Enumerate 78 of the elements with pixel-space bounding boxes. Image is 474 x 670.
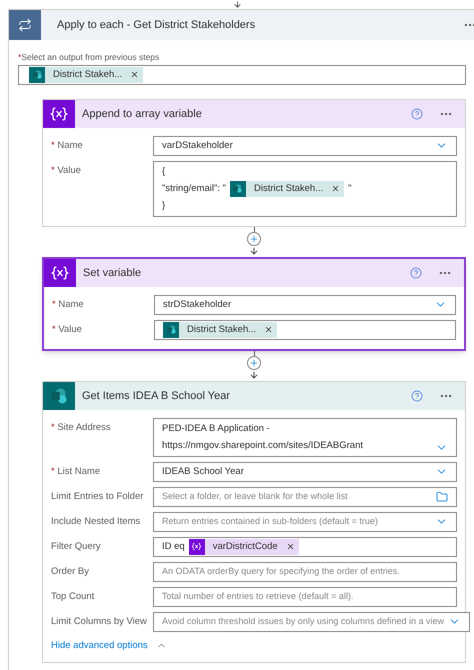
field-label: * Name bbox=[51, 138, 84, 153]
field-label: * Value bbox=[52, 322, 83, 337]
variable-icon bbox=[44, 258, 76, 287]
card-title: Append to array variable bbox=[81, 106, 203, 122]
remove-icon[interactable] bbox=[331, 184, 340, 194]
placeholder-text: Total number of entries to retrieve (default = all). bbox=[162, 590, 354, 603]
sharepoint-icon bbox=[230, 180, 246, 197]
field-label: Top Count bbox=[51, 590, 96, 604]
field-text: varDStakeholder bbox=[162, 138, 233, 153]
advanced-options-link[interactable]: Hide advanced options bbox=[51, 636, 457, 653]
card-header[interactable]: Get Items IDEA B School Year bbox=[43, 382, 465, 410]
help-icon[interactable] bbox=[410, 266, 422, 279]
token-chip[interactable]: varDistrictCode bbox=[188, 538, 299, 555]
input-field[interactable]: District Stakeh... bbox=[154, 320, 456, 340]
arrow-down-icon bbox=[249, 370, 259, 380]
card-header[interactable]: Set variable bbox=[44, 258, 464, 287]
add-step-button[interactable] bbox=[247, 356, 261, 370]
remove-icon[interactable] bbox=[264, 325, 274, 334]
arrow-down-icon bbox=[232, 0, 242, 9]
field-text: { bbox=[162, 164, 166, 179]
field-text: " bbox=[348, 182, 352, 196]
field-text: strDStakeholder bbox=[163, 298, 232, 312]
field-text: "string/email": " bbox=[162, 182, 226, 196]
field-label: Limit Columns by View bbox=[51, 614, 148, 629]
field-text: ID eq bbox=[162, 540, 185, 554]
field-text: IDEAB School Year bbox=[162, 464, 244, 479]
field-label: * Site Address bbox=[51, 420, 112, 435]
input-field[interactable]: Select a folder, or leave blank for the whole list bbox=[153, 486, 457, 507]
placeholder-text: An ODATA orderBy query for specifying the order of entries. bbox=[162, 565, 401, 578]
card-header[interactable]: Append to array variable bbox=[43, 100, 465, 128]
help-icon[interactable] bbox=[411, 108, 423, 120]
card-title: Get Items IDEA B School Year bbox=[81, 388, 231, 404]
input-field[interactable]: varDStakeholder bbox=[153, 136, 457, 156]
add-step-button[interactable] bbox=[247, 232, 261, 246]
field-label: Filter Query bbox=[51, 540, 102, 554]
placeholder-text: Avoid column threshold issues by only using columns defined in a view bbox=[162, 615, 444, 628]
field-label: * List Name bbox=[51, 464, 102, 479]
field-label: Include Nested Items bbox=[51, 514, 142, 529]
input-field[interactable]: Avoid column threshold issues by only using columns defined in a view bbox=[153, 612, 470, 632]
output-label: *Select an output from previous steps bbox=[18, 51, 160, 64]
input-field[interactable]: strDStakeholder bbox=[154, 294, 456, 315]
token-chip[interactable]: District Stakeh... bbox=[163, 322, 278, 338]
sharepoint-icon bbox=[163, 322, 179, 338]
arrow-down-icon bbox=[249, 246, 259, 256]
field-label: Order By bbox=[51, 564, 90, 579]
placeholder-text: Select a folder, or leave blank for the whole list bbox=[162, 490, 349, 503]
field-label: * Name bbox=[52, 298, 85, 312]
field-label: * Value bbox=[51, 164, 82, 178]
input-field[interactable]: Return entries contained in sub-folders (default = true) bbox=[153, 512, 457, 532]
input-field[interactable]: ID eq varDistrictCode bbox=[153, 536, 457, 557]
input-field[interactable]: PED-IDEA B Application - https://nmgov.sharepoint.com/sites/IDEABGrant bbox=[153, 418, 457, 457]
field-label: Limit Entries to Folder bbox=[51, 490, 144, 504]
token-chip[interactable]: District Stakeh... bbox=[230, 180, 344, 197]
action-card[interactable]: Set variable * Name strDStakeholder * Value District Stakeh... bbox=[42, 256, 466, 351]
variable-icon bbox=[188, 538, 205, 555]
sharepoint-icon bbox=[29, 66, 45, 83]
action-card[interactable]: Append to array variable * Name varDStakeholder * Value { "string/email": " District Stakeh... " } bbox=[42, 98, 466, 227]
output-field[interactable]: District Stakeh... bbox=[18, 64, 466, 85]
card-title: Set variable bbox=[82, 266, 142, 280]
placeholder-text: Return entries contained in sub-folders (default = true) bbox=[162, 515, 379, 528]
variable-icon bbox=[43, 100, 75, 128]
plus-icon bbox=[249, 358, 259, 368]
input-field[interactable]: An ODATA orderBy query for specifying the order of entries. bbox=[153, 562, 457, 582]
remove-icon[interactable] bbox=[286, 542, 295, 552]
folder-icon[interactable] bbox=[436, 490, 448, 503]
field-text: } bbox=[162, 198, 166, 213]
input-field[interactable]: Total number of entries to retrieve (default = all). bbox=[153, 586, 457, 607]
plus-icon bbox=[249, 234, 259, 244]
loop-header[interactable]: Apply to each - Get District Stakeholders bbox=[9, 10, 474, 40]
help-icon[interactable] bbox=[411, 390, 423, 402]
field-text: PED-IDEA B Application - bbox=[162, 422, 270, 436]
field-text: https://nmgov.sharepoint.com/sites/IDEABGrant bbox=[162, 438, 363, 453]
remove-icon[interactable] bbox=[130, 70, 140, 80]
token-chip[interactable]: District Stakeh... bbox=[29, 66, 144, 83]
loop-title: Apply to each - Get District Stakeholders bbox=[56, 18, 256, 33]
sharepoint-icon bbox=[43, 382, 75, 410]
input-field[interactable]: { "string/email": " District Stakeh... " } bbox=[153, 160, 457, 217]
input-field[interactable]: IDEAB School Year bbox=[153, 462, 457, 482]
